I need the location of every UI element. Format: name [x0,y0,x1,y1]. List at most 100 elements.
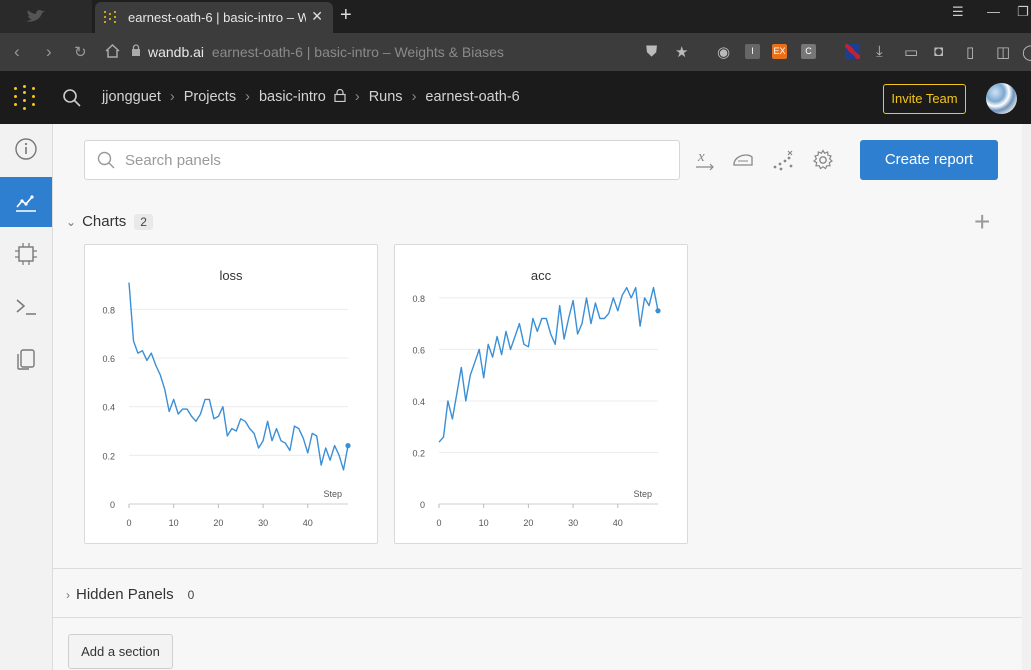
scrollbar[interactable] [1022,124,1031,670]
x-tick-label: 20 [213,518,223,528]
minimize-icon[interactable]: — [987,4,1000,19]
reader-icon[interactable]: ▯ [966,43,974,61]
add-panel-icon[interactable]: + [974,206,990,238]
crumb-projects[interactable]: Projects [184,89,236,105]
y-tick-label: 0.4 [412,397,425,407]
mouse-icon[interactable]: ◉ [717,43,730,61]
twitter-icon [26,10,45,22]
crumb-run[interactable]: earnest-oath-6 [425,89,519,105]
search-panels-box [84,140,680,180]
series-line [128,282,349,471]
x-tick-label: 10 [479,518,489,528]
app-header: jjongguet › Projects › basic-intro › Runs › ear… [0,71,1031,124]
pinned-tab[interactable] [0,0,92,33]
chart-panel-loss[interactable]: loss 0 0.2 0.4 0.6 0.8 0 10 20 30 40 Step [84,244,378,544]
charts-count-badge: 2 [134,214,153,230]
sidebar-item-system[interactable] [0,229,52,279]
restore-icon[interactable]: ❐ [1017,4,1029,20]
section-divider [52,617,1031,618]
search-icon[interactable] [62,88,82,108]
y-tick-label: 0.6 [412,345,425,355]
terminal-icon [16,299,36,315]
y-tick-label: 0.2 [102,451,115,461]
private-lock-icon [334,88,346,103]
acc-chart: 0 0.2 0.4 0.6 0.8 0 10 20 30 40 Step [412,286,661,528]
x-axis-icon[interactable]: x [695,149,717,171]
loss-chart: 0 0.2 0.4 0.6 0.8 0 10 20 30 40 Step [102,282,351,528]
add-section-button[interactable]: Add a section [68,634,173,669]
avatar[interactable] [986,83,1017,114]
bookmark-star-icon[interactable]: ★ [675,43,688,61]
uk-flag-icon[interactable] [845,44,860,59]
charts-section-header[interactable]: ⌄ Charts 2 [66,213,153,230]
back-icon[interactable]: ‹ [14,42,20,62]
sidebar-item-charts[interactable] [0,177,52,227]
download-icon[interactable]: ⤓ [876,43,883,60]
hidden-panels-title: Hidden Panels [76,586,174,603]
chart-panel-acc[interactable]: acc 0 0.2 0.4 0.6 0.8 0 10 20 30 40 Step [394,244,688,544]
crumb-project[interactable]: basic-intro [259,89,326,105]
new-tab-button[interactable]: + [340,4,352,27]
chevron-right-icon: › [66,588,70,602]
svg-text:x: x [697,149,705,165]
search-icon [97,151,115,169]
home-icon[interactable] [104,43,121,59]
outliers-icon[interactable] [772,149,796,171]
gear-icon[interactable] [812,149,834,171]
crumb-user[interactable]: jjongguet [102,89,161,105]
search-input[interactable] [123,149,667,171]
x-axis-label: Step [633,489,652,499]
y-tick-label: 0.6 [102,354,115,364]
extension-i-icon[interactable]: I [745,44,760,59]
lock-icon [132,44,140,56]
reload-icon[interactable]: ↻ [74,43,87,61]
extension-c-icon[interactable]: C [801,44,816,59]
chip-icon [15,243,37,265]
active-tab[interactable]: earnest-oath-6 | basic-intro – W ✕ [95,2,333,33]
sidebar-item-overview[interactable] [0,124,52,174]
x-tick-label: 10 [169,518,179,528]
crumb-runs[interactable]: Runs [369,89,403,105]
sidebar-item-logs[interactable] [0,282,52,332]
x-tick-label: 40 [613,518,623,528]
workspace: x Create report ⌄Charts2 + loss 00.20.40… [52,124,1031,670]
shield-icon[interactable]: ⛊ [646,43,657,60]
create-report-button[interactable]: Create report [860,140,998,180]
sidebar-item-files[interactable] [0,334,52,384]
chevron-down-icon: ⌄ [66,215,77,229]
x-tick-label: 0 [436,518,441,528]
files-icon [17,349,35,370]
sidebar [0,124,53,670]
address-bar: ‹ › ↻ wandb.ai earnest-oath-6 | basic-in… [0,33,1031,71]
wandb-favicon-icon [104,10,118,24]
hidden-count-badge: 0 [187,588,195,602]
video-icon[interactable]: ▭ [904,43,918,61]
sidebar-toggle-icon[interactable]: ◫ [996,43,1010,61]
y-tick-label: 0 [110,500,115,510]
breadcrumb: jjongguet › Projects › basic-intro › Runs › ear… [102,88,520,105]
close-tab-icon[interactable]: ✕ [311,8,323,25]
hidden-panels-header[interactable]: › Hidden Panels 0 [66,586,200,603]
account-icon[interactable]: ◯ [1022,43,1031,61]
y-tick-label: 0.2 [412,448,425,458]
charts-section-title: Charts [82,213,127,230]
x-tick-label: 20 [523,518,533,528]
section-divider [52,568,1031,569]
info-icon [15,138,37,160]
camera-icon[interactable]: ◘ [934,43,943,60]
smoothing-icon[interactable] [732,149,754,171]
series-end-point [655,308,661,314]
x-axis-label: Step [323,489,342,499]
browser-tab-bar: earnest-oath-6 | basic-intro – W ✕ + ☰ —… [0,0,1031,33]
x-tick-label: 30 [258,518,268,528]
extension-ex-icon[interactable]: EX [772,44,787,59]
invite-team-button[interactable]: Invite Team [883,84,966,114]
chart-icon [16,195,36,212]
forward-icon[interactable]: › [46,42,52,62]
y-tick-label: 0.4 [102,403,115,413]
url-field[interactable]: wandb.ai earnest-oath-6 | basic-intro – … [148,44,504,60]
tab-title: earnest-oath-6 | basic-intro – W [128,10,306,25]
series-line [438,286,659,443]
tab-menu-icon[interactable]: ☰ [952,4,964,20]
wandb-logo-icon[interactable] [14,85,40,111]
